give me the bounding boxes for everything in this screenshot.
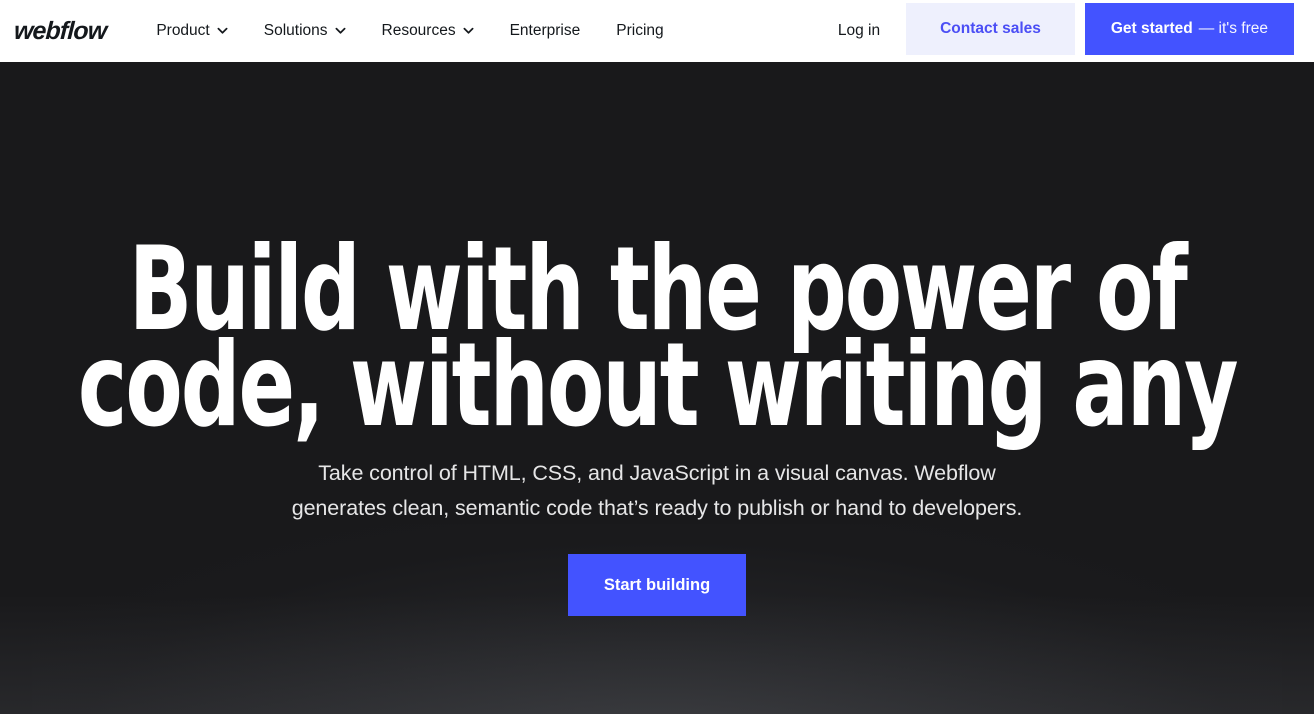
hero-content: Build with the power of code, without wr… — [0, 62, 1314, 616]
nav-item-label: Resources — [381, 22, 456, 39]
nav-item-resources[interactable]: Resources — [364, 11, 492, 51]
get-started-label: Get started — [1110, 20, 1193, 37]
get-started-sublabel: — it's free — [1198, 20, 1268, 37]
nav-item-label: Pricing — [616, 22, 664, 39]
hero-heading: Build with the power of code, without wr… — [77, 232, 1239, 453]
primary-nav: Product Solutions Resources Enterprise P… — [138, 11, 681, 51]
nav-item-label: Product — [156, 22, 210, 39]
nav-item-solutions[interactable]: Solutions — [246, 11, 364, 51]
chevron-down-icon — [335, 25, 346, 36]
nav-item-label: Solutions — [263, 22, 328, 39]
login-link[interactable]: Log in — [812, 0, 906, 62]
nav-item-label: Enterprise — [509, 22, 581, 39]
chevron-down-icon — [463, 25, 474, 36]
hero-heading-line-2: code, without writing any — [77, 318, 1239, 453]
contact-sales-button[interactable]: Contact sales — [906, 3, 1075, 55]
nav-item-enterprise[interactable]: Enterprise — [492, 11, 599, 51]
chevron-down-icon — [217, 25, 228, 36]
webflow-logo[interactable]: webflow — [13, 17, 107, 45]
nav-item-product[interactable]: Product — [138, 11, 245, 51]
get-started-button[interactable]: Get started — it's free — [1084, 3, 1294, 55]
start-building-button[interactable]: Start building — [567, 554, 747, 616]
main-navbar: webflow Product Solutions Resources Ente… — [0, 0, 1314, 62]
hero-subheading: Take control of HTML, CSS, and JavaScrip… — [277, 456, 1037, 526]
hero-section: Build with the power of code, without wr… — [0, 62, 1314, 714]
nav-actions: Log in Contact sales Get started — it's … — [812, 0, 1294, 62]
hero-subheading-line-2: clean, semantic code that’s ready to pub… — [392, 496, 1023, 520]
nav-item-pricing[interactable]: Pricing — [598, 11, 681, 51]
